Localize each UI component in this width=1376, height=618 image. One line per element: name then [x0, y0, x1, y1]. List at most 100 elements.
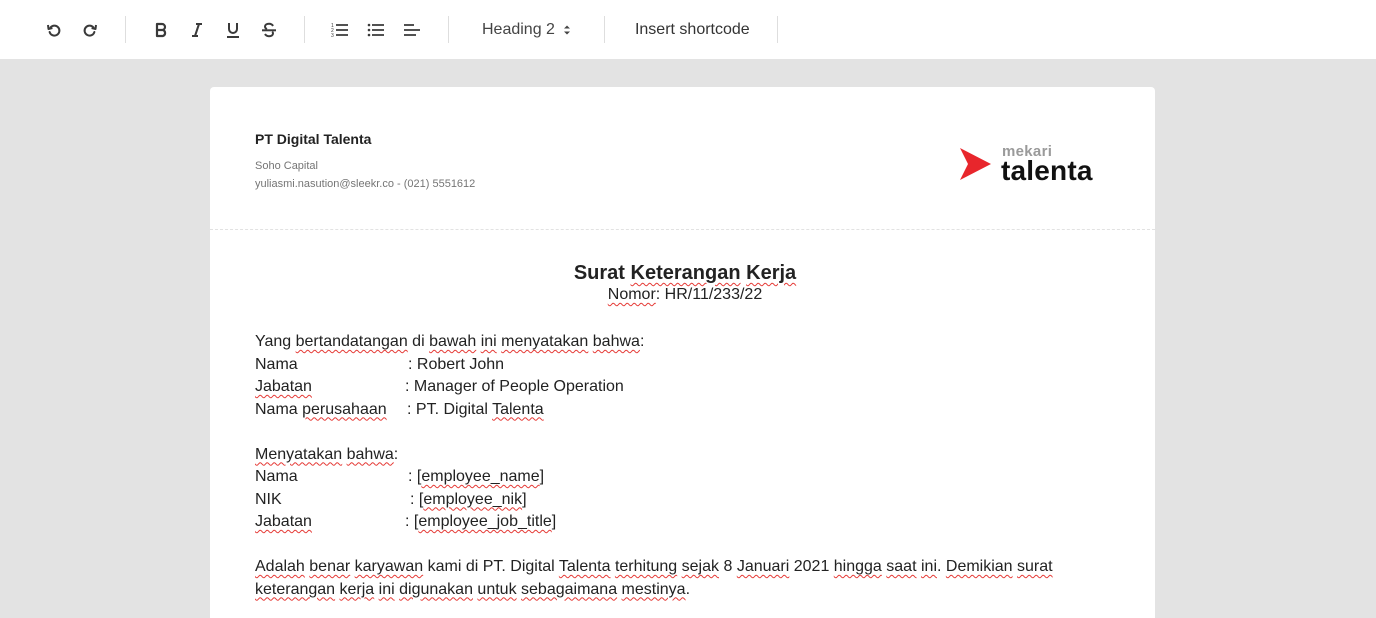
text-run: ini: [378, 580, 395, 598]
field-value: : Robert John: [408, 355, 505, 373]
text-run: bertandatangan: [295, 333, 408, 350]
text-run: kerja: [339, 580, 375, 598]
text-run: sebagaimana: [521, 580, 618, 598]
text-run: hingga: [833, 558, 882, 575]
text-run: Nama: [255, 400, 303, 418]
text-run: : PT. Digital: [407, 400, 493, 418]
toolbar-divider: [304, 16, 305, 43]
field-value: : Manager of People Operation: [405, 378, 624, 395]
field-value: : [employee_nik]: [410, 489, 527, 512]
text-run: : [: [410, 490, 424, 508]
undo-button[interactable]: [36, 16, 72, 43]
format-group: [143, 16, 287, 43]
text-run: saat: [886, 558, 917, 575]
align-left-button[interactable]: [394, 16, 430, 43]
text-run: .: [937, 558, 946, 575]
logo-talenta-text: talenta: [1001, 155, 1093, 186]
shortcode-token: employee_nik: [423, 490, 523, 508]
bullet-list-icon: [367, 23, 384, 36]
redo-button[interactable]: [72, 16, 108, 43]
text-run: terhitung: [614, 558, 678, 575]
text-run: 8: [719, 558, 737, 575]
text-run: ]: [551, 513, 557, 530]
company-name: PT Digital Talenta: [255, 131, 372, 147]
text-run: Januari: [736, 558, 790, 575]
closing-paragraph-line: Adalah benar karyawan kami di PT. Digita…: [255, 556, 1115, 579]
bold-button[interactable]: [143, 16, 179, 43]
bold-icon: [155, 22, 167, 37]
employee-nik-row: NIK : [employee_nik]: [255, 489, 1115, 512]
statement-line: Menyatakan bahwa:: [255, 444, 1115, 467]
text-run: : [: [405, 513, 419, 530]
text-run: digunakan: [399, 580, 473, 598]
italic-icon: [192, 22, 202, 37]
text-run: Adalah: [255, 558, 305, 575]
text-run: bahwa: [592, 333, 640, 350]
text-run: keterangan: [255, 580, 336, 598]
talenta-logo: mekari talenta: [957, 143, 1109, 187]
text-run: ini: [480, 333, 497, 350]
letter-body[interactable]: Surat Keterangan Kerja Nomor: HR/11/233/…: [255, 261, 1115, 601]
field-label: Jabatan: [255, 378, 312, 395]
underline-button[interactable]: [215, 16, 251, 43]
signer-company-row: Nama perusahaan : PT. Digital Talenta: [255, 399, 1115, 422]
svg-text:3: 3: [331, 33, 334, 38]
toolbar-divider: [776, 16, 778, 43]
text-run: 2021: [789, 558, 834, 575]
text-run: perusahaan: [302, 400, 387, 418]
employee-name-row: Nama : [employee_name]: [255, 466, 1115, 489]
letter-title: Surat Keterangan Kerja: [255, 261, 1115, 285]
field-label: Nama: [255, 468, 298, 485]
align-left-icon: [404, 23, 420, 36]
text-run: Talenta: [492, 400, 544, 418]
text-run: ]: [539, 468, 545, 485]
editor-toolbar: 1 2 3 Heading 2 Insert shortcode: [0, 0, 1376, 59]
title-word: Surat: [573, 262, 625, 284]
signer-name-row: Nama : Robert John: [255, 354, 1115, 377]
text-run: Yang: [255, 333, 296, 350]
select-caret-icon: [563, 24, 571, 36]
letterhead: PT Digital Talenta Soho Capital yuliasmi…: [210, 87, 1155, 230]
text-run: Menyatakan: [255, 445, 343, 463]
text-run: di: [407, 333, 430, 350]
text-run: ini: [920, 558, 937, 575]
text-run: surat: [1017, 558, 1053, 575]
undo-icon: [47, 24, 61, 37]
ordered-list-icon: 1 2 3: [331, 23, 348, 38]
bullet-list-button[interactable]: [358, 16, 394, 43]
nomor-value: : HR/11/233/22: [655, 286, 763, 303]
list-group: 1 2 3: [322, 16, 430, 43]
text-run: :: [393, 445, 399, 463]
letter-number: Nomor: HR/11/233/22: [255, 285, 1115, 305]
field-label: Jabatan: [255, 513, 312, 530]
ordered-list-button[interactable]: 1 2 3: [322, 16, 358, 43]
document-sheet[interactable]: PT Digital Talenta Soho Capital yuliasmi…: [210, 87, 1155, 618]
field-label: NIK: [255, 490, 282, 508]
text-run: Demikian: [945, 558, 1013, 575]
text-run: benar: [309, 558, 351, 575]
strikethrough-icon: [262, 22, 276, 37]
field-label: Nama: [255, 355, 298, 373]
logo-chevron-icon: [960, 148, 991, 180]
insert-shortcode-button[interactable]: Insert shortcode: [605, 16, 777, 43]
field-label: Nama perusahaan: [255, 399, 407, 422]
toolbar-divider: [125, 16, 126, 43]
text-run: mestinya: [621, 580, 686, 598]
heading-select[interactable]: Heading 2: [449, 16, 604, 43]
intro-line: Yang bertandatangan di bawah ini menyata…: [255, 331, 1115, 354]
text-run: ]: [522, 490, 527, 508]
italic-button[interactable]: [179, 16, 215, 43]
text-run: menyatakan: [501, 333, 589, 350]
title-word: Keterangan: [630, 262, 741, 284]
signer-title-row: Jabatan : Manager of People Operation: [255, 376, 1115, 399]
field-value: : [employee_job_title]: [405, 511, 556, 534]
company-address: Soho Capital: [255, 160, 318, 172]
text-run: sejak: [681, 558, 720, 575]
heading-select-value: Heading 2: [482, 20, 555, 38]
strikethrough-button[interactable]: [251, 16, 287, 43]
title-word: Kerja: [746, 262, 797, 284]
redo-icon: [83, 24, 97, 37]
text-run: untuk: [477, 580, 517, 598]
